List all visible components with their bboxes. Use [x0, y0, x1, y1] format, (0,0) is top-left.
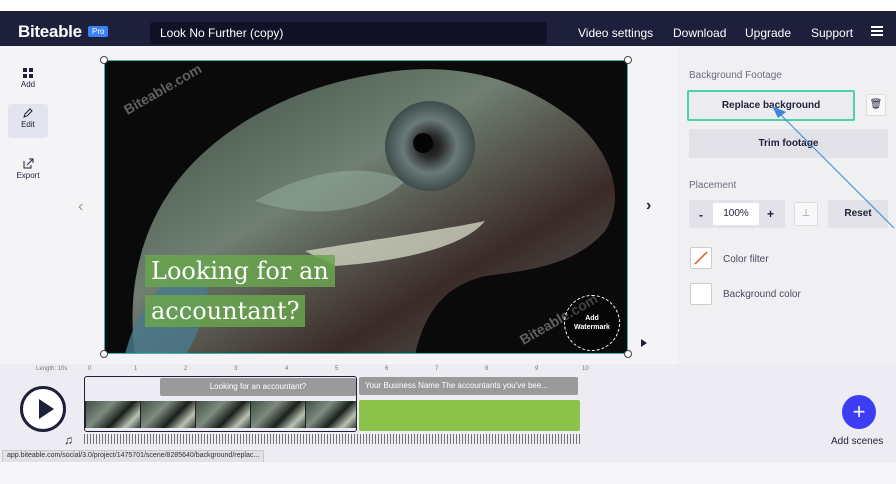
audio-waveform[interactable]	[84, 434, 580, 444]
ruler-tick-label: 6	[385, 366, 389, 372]
ruler-tick-label: 4	[285, 366, 289, 372]
ruler-tick-label: 10	[582, 366, 589, 372]
resize-handle-top-right[interactable]	[624, 56, 632, 64]
ruler-tick-label: 2	[184, 366, 188, 372]
pro-badge: Pro	[88, 26, 109, 37]
top-bar: Biteable Pro Look No Further (copy) Vide…	[0, 0, 896, 46]
reset-button[interactable]: Reset	[828, 200, 888, 228]
color-filter-label: Color filter	[723, 254, 769, 265]
tool-add-label: Add	[20, 80, 36, 89]
app-window: Biteable Pro Look No Further (copy) Vide…	[0, 0, 896, 484]
export-icon	[23, 158, 33, 169]
background-color-swatch[interactable]	[690, 283, 712, 305]
ruler-tick-label: 5	[335, 366, 339, 372]
trash-icon[interactable]: 🗑	[866, 94, 886, 116]
nav-support[interactable]: Support	[811, 26, 853, 40]
background-color-label: Background color	[723, 289, 801, 300]
scene-2-label: Your Business Name The accountants you'v…	[359, 377, 578, 395]
prev-scene-arrow-icon[interactable]: ‹	[78, 198, 83, 216]
caption-line-2[interactable]: accountant?	[145, 295, 306, 327]
scene-1-label: Looking for an accountant?	[160, 378, 356, 396]
replace-background-button[interactable]: Replace background	[687, 90, 855, 121]
thumbnail	[250, 401, 306, 428]
align-icon[interactable]: ⊥	[794, 202, 818, 226]
ruler-tick-label: 9	[535, 366, 539, 372]
background-footage-label: Background Footage	[689, 70, 782, 81]
ruler-tick-label: 3	[234, 366, 238, 372]
scene-clip-2[interactable]: Your Business Name The accountants you'v…	[359, 376, 580, 432]
placement-label: Placement	[689, 180, 737, 191]
menu-icon[interactable]	[871, 26, 883, 36]
nav-video-settings[interactable]: Video settings	[578, 26, 653, 40]
slash-icon	[694, 251, 708, 265]
thumbnail	[195, 401, 251, 428]
add-scenes-label: Add scenes	[831, 436, 884, 447]
nav-upgrade[interactable]: Upgrade	[745, 26, 791, 40]
add-scenes-button[interactable]: +	[842, 395, 876, 429]
zoom-plus-button[interactable]: +	[767, 207, 774, 221]
thumbnail	[140, 401, 196, 428]
trim-footage-button[interactable]: Trim footage	[689, 129, 888, 158]
tool-add[interactable]: Add	[8, 64, 48, 98]
tool-export-label: Export	[16, 171, 40, 180]
scene-2-footage	[359, 400, 580, 431]
tool-edit[interactable]: Edit	[8, 104, 48, 138]
add-watermark-line1: Add	[585, 315, 599, 322]
zoom-value-input[interactable]: 100%	[713, 203, 759, 225]
zoom-stepper: - 100% +	[689, 200, 785, 228]
zoom-minus-button[interactable]: -	[699, 208, 703, 222]
add-watermark-button[interactable]: Add Watermark	[564, 295, 620, 351]
project-title-input[interactable]: Look No Further (copy)	[150, 22, 547, 44]
length-label: Length: 10s	[36, 366, 68, 372]
resize-handle-bottom-right[interactable]	[624, 350, 632, 358]
resize-handle-top-left[interactable]	[100, 56, 108, 64]
nav-download[interactable]: Download	[673, 26, 726, 40]
thumbnail	[305, 401, 356, 428]
thumbnail	[85, 401, 141, 428]
music-note-icon[interactable]: ♫	[64, 433, 73, 447]
caption-line-1[interactable]: Looking for an	[145, 255, 335, 287]
video-canvas[interactable]: Biteable.com Biteable.com Looking for an…	[104, 60, 628, 354]
play-preview-icon[interactable]	[641, 339, 647, 347]
tool-export[interactable]: Export	[8, 154, 48, 188]
add-watermark-line2: Watermark	[574, 324, 610, 331]
color-filter-swatch[interactable]	[690, 247, 712, 269]
bottom-strip	[0, 462, 896, 484]
tool-edit-label: Edit	[21, 120, 35, 129]
resize-handle-bottom-left[interactable]	[100, 350, 108, 358]
scene-clip-1[interactable]: Looking for an accountant?	[84, 376, 357, 432]
app-logo[interactable]: Biteable	[18, 22, 82, 42]
ruler-tick-label: 0	[88, 366, 92, 372]
grid-icon	[23, 68, 33, 78]
pencil-icon	[23, 108, 33, 118]
ruler-tick-label: 8	[485, 366, 489, 372]
ruler-tick-label: 7	[435, 366, 439, 372]
play-button[interactable]	[20, 386, 66, 432]
ruler-tick-label: 1	[134, 366, 138, 372]
next-scene-arrow-icon[interactable]: ›	[646, 197, 651, 215]
